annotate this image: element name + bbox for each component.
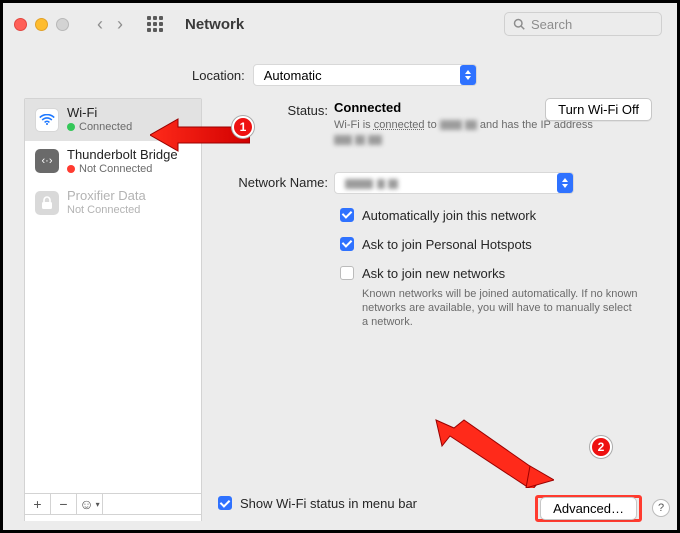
sidebar-item-proxifier[interactable]: Proxifier Data Not Connected <box>25 182 201 224</box>
sidebar-item-title: Proxifier Data <box>67 189 146 204</box>
show-status-label: Show Wi-Fi status in menu bar <box>240 496 417 511</box>
thunderbolt-icon: ‹·› <box>35 149 59 173</box>
advanced-button[interactable]: Advanced… <box>540 497 637 520</box>
location-select[interactable]: Automatic <box>253 64 477 86</box>
ask-hotspot-row: Ask to join Personal Hotspots <box>340 237 660 252</box>
dropdown-arrows-icon <box>557 173 573 193</box>
sidebar-item-text: Proxifier Data Not Connected <box>67 189 146 217</box>
minimize-window-button[interactable] <box>35 18 48 31</box>
footer-row: Show Wi-Fi status in menu bar Advanced… … <box>216 490 660 517</box>
window-controls <box>14 18 69 31</box>
network-name-value <box>345 175 398 190</box>
search-field[interactable]: Search <box>504 12 662 36</box>
forward-button[interactable]: › <box>117 15 123 33</box>
back-button[interactable]: ‹ <box>97 15 103 33</box>
auto-join-row: Automatically join this network <box>340 208 660 223</box>
titlebar: ‹ › Network Search <box>0 0 680 48</box>
annotation-badge-1: 1 <box>232 116 254 138</box>
status-subtext: Wi-Fi is connected to and has the IP add… <box>334 118 660 148</box>
sidebar-item-title: Thunderbolt Bridge <box>67 148 178 163</box>
sidebar-item-status: Connected <box>67 121 132 134</box>
dropdown-arrows-icon <box>460 65 476 85</box>
main-area: Wi-Fi Connected ‹·› Thunderbolt Bridge N… <box>0 98 680 531</box>
status-row: Status: Connected Wi-Fi is connected to … <box>216 100 660 148</box>
show-status-checkbox[interactable] <box>218 496 232 510</box>
sidebar-toolbar-spacer <box>103 494 201 514</box>
status-value: Connected <box>334 100 401 115</box>
help-button[interactable]: ? <box>652 499 670 517</box>
zoom-window-button[interactable] <box>56 18 69 31</box>
location-row: Location: Automatic <box>0 48 680 98</box>
location-value: Automatic <box>264 68 322 83</box>
sidebar-item-text: Wi-Fi Connected <box>67 106 132 134</box>
close-window-button[interactable] <box>14 18 27 31</box>
auto-join-label: Automatically join this network <box>362 208 536 223</box>
add-service-button[interactable]: + <box>25 494 51 514</box>
ask-hotspot-label: Ask to join Personal Hotspots <box>362 237 532 252</box>
sidebar-item-text: Thunderbolt Bridge Not Connected <box>67 148 178 176</box>
search-icon <box>513 18 525 30</box>
ask-new-row: Ask to join new networks <box>340 266 660 281</box>
window-title: Network <box>185 16 244 33</box>
annotation-badge-2: 2 <box>590 436 612 458</box>
settings-panel: Status: Connected Wi-Fi is connected to … <box>216 98 660 521</box>
ask-new-hint: Known networks will be joined automatica… <box>362 287 640 330</box>
status-dot-icon <box>67 123 75 131</box>
ask-new-label: Ask to join new networks <box>362 266 505 281</box>
sidebar-item-thunderbolt[interactable]: ‹·› Thunderbolt Bridge Not Connected <box>25 141 201 183</box>
show-all-prefs-button[interactable] <box>147 16 163 32</box>
turn-wifi-off-button[interactable]: Turn Wi-Fi Off <box>545 98 652 121</box>
network-services-list: Wi-Fi Connected ‹·› Thunderbolt Bridge N… <box>24 98 202 521</box>
sidebar-item-title: Wi-Fi <box>67 106 132 121</box>
service-actions-menu[interactable]: ☺︎▾ <box>77 494 103 514</box>
search-placeholder: Search <box>531 17 572 32</box>
network-name-label: Network Name: <box>216 172 334 190</box>
preferences-window: ‹ › Network Search Location: Automatic <box>0 0 680 533</box>
remove-service-button[interactable]: − <box>51 494 77 514</box>
advanced-button-wrap: Advanced… <box>535 497 642 520</box>
sidebar-toolbar: + − ☺︎▾ <box>24 493 202 515</box>
network-name-select[interactable] <box>334 172 574 194</box>
network-name-row: Network Name: <box>216 172 660 194</box>
auto-join-checkbox[interactable] <box>340 208 354 222</box>
sidebar-item-status: Not Connected <box>67 163 178 176</box>
annotation-highlight-2: Advanced… <box>535 495 642 522</box>
location-label: Location: <box>192 68 245 83</box>
sidebar-item-status: Not Connected <box>67 204 146 217</box>
wifi-icon <box>35 108 59 132</box>
nav-buttons: ‹ › <box>97 15 123 33</box>
ask-new-checkbox[interactable] <box>340 266 354 280</box>
sidebar-item-wifi[interactable]: Wi-Fi Connected <box>25 99 201 141</box>
status-dot-icon <box>67 165 75 173</box>
status-label: Status: <box>216 100 334 118</box>
lock-icon <box>35 191 59 215</box>
ask-hotspot-checkbox[interactable] <box>340 237 354 251</box>
